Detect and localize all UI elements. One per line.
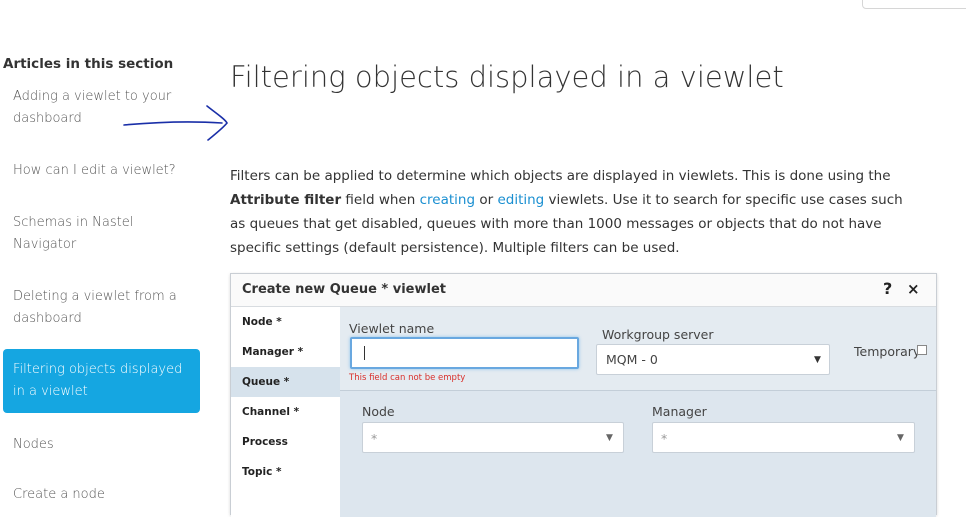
dropdown-arrow-icon: ▼ <box>897 433 904 443</box>
sidebar-item-deleting-viewlet[interactable]: Deleting a viewlet from a dashboard <box>3 286 200 330</box>
dialog-title: Create new Queue * viewlet <box>242 282 446 297</box>
help-icon[interactable]: ? <box>883 279 892 298</box>
manager-select-value: * <box>661 431 668 446</box>
dialog-nav-queue[interactable]: Queue * <box>231 367 340 397</box>
workgroup-server-value: MQM - 0 <box>606 352 658 367</box>
viewlet-name-input[interactable] <box>350 337 579 369</box>
dialog-nav-node[interactable]: Node * <box>231 307 340 337</box>
sidebar-item-filtering-objects[interactable]: Filtering objects displayed in a viewlet <box>3 349 200 413</box>
text-caret <box>364 346 365 360</box>
dialog-nav: Node * Manager * Queue * Channel * Proce… <box>231 307 340 517</box>
article-intro: Filters can be applied to determine whic… <box>230 164 920 260</box>
dropdown-arrow-icon: ▼ <box>814 355 821 365</box>
viewlet-name-error: This field can not be empty <box>349 373 466 383</box>
dialog-body: Viewlet name This field can not be empty… <box>340 307 936 517</box>
creating-link[interactable]: creating <box>420 192 475 208</box>
node-select-value: * <box>371 431 378 446</box>
checkbox-icon[interactable] <box>917 345 927 355</box>
manager-select[interactable]: * ▼ <box>652 422 915 453</box>
dialog-nav-channel[interactable]: Channel * <box>231 397 340 427</box>
viewlet-settings-section: Viewlet name This field can not be empty… <box>340 307 936 391</box>
workgroup-server-label: Workgroup server <box>602 327 714 342</box>
page-title: Filtering objects displayed in a viewlet <box>230 60 784 94</box>
sidebar-item-nodes[interactable]: Nodes <box>3 434 200 456</box>
intro-text-3: or <box>475 192 498 208</box>
dialog-nav-process[interactable]: Process <box>231 427 340 457</box>
dropdown-arrow-icon: ▼ <box>606 433 613 443</box>
sidebar-heading: Articles in this section <box>3 56 174 72</box>
temporary-label: Temporary <box>854 344 921 359</box>
arrow-annotation-icon <box>123 105 228 141</box>
create-viewlet-dialog: Create new Queue * viewlet ? × Node * Ma… <box>230 273 937 517</box>
node-label: Node <box>362 404 395 419</box>
intro-text-1: Filters can be applied to determine whic… <box>230 168 891 184</box>
intro-bold-attribute-filter: Attribute filter <box>230 192 342 208</box>
sidebar-item-edit-viewlet[interactable]: How can I edit a viewlet? <box>3 160 200 182</box>
dialog-nav-topic[interactable]: Topic * <box>231 457 340 487</box>
viewlet-name-label: Viewlet name <box>349 321 435 336</box>
node-select[interactable]: * ▼ <box>362 422 624 453</box>
dialog-header: Create new Queue * viewlet ? × <box>231 274 936 307</box>
workgroup-server-select[interactable]: MQM - 0 ▼ <box>596 344 830 375</box>
sidebar-item-schemas[interactable]: Schemas in Nastel Navigator <box>3 212 200 256</box>
manager-label: Manager <box>652 404 707 419</box>
intro-text-2: field when <box>341 192 420 208</box>
dialog-nav-manager[interactable]: Manager * <box>231 337 340 367</box>
editing-link[interactable]: editing <box>497 192 544 208</box>
close-icon[interactable]: × <box>907 280 920 298</box>
sidebar-item-create-node[interactable]: Create a node <box>3 484 200 506</box>
top-right-control[interactable] <box>862 0 966 9</box>
